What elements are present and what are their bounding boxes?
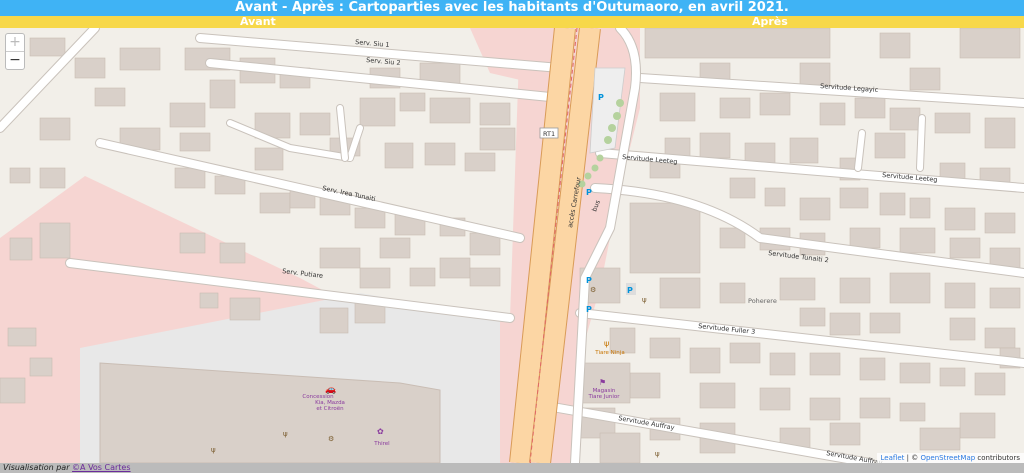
attribution-contributors: contributors (977, 454, 1020, 462)
attribution-separator: | © (906, 454, 919, 462)
osm-link[interactable]: OpenStreetMap (920, 454, 975, 462)
poi-fare-icon: ψ (604, 339, 609, 348)
comparison-labels-bar: Avant Après (0, 16, 1024, 28)
poi-fare-ninja: Tiare Ninja (594, 350, 624, 356)
svg-text:ψ: ψ (283, 430, 288, 438)
svg-text:⚙: ⚙ (328, 435, 334, 443)
attribution: Leaflet | © OpenStreetMap contributors (876, 453, 1024, 463)
svg-text:P: P (627, 286, 633, 295)
footer-prefix: Visualisation par (3, 463, 70, 472)
map-view[interactable]: Serv. Siu 1 Serv. Siu 2 Serv. Irea Tunai… (0, 28, 1024, 463)
poi-concession-line3: et Citroën (316, 406, 344, 412)
svg-text:ψ: ψ (655, 450, 660, 458)
svg-text:RT1: RT1 (543, 130, 555, 138)
svg-text:P: P (598, 93, 604, 102)
after-label: Après (752, 15, 788, 28)
poi-magasin-2: Tiare Junior (587, 394, 620, 400)
footer: Visualisation par ©A Vos Cartes (0, 463, 1024, 473)
poi-thirel: Thirel (373, 441, 390, 447)
poi-thirel-icon: ✿ (377, 427, 384, 436)
svg-text:P: P (586, 305, 592, 314)
before-label: Avant (240, 15, 276, 28)
leaflet-link[interactable]: Leaflet (881, 454, 905, 462)
svg-text:ψ: ψ (211, 446, 216, 454)
svg-text:⚙: ⚙ (590, 286, 596, 294)
footer-link[interactable]: ©A Vos Cartes (72, 463, 130, 472)
label-poheree: Poherere (748, 297, 777, 305)
rt1-shield: RT1 (539, 127, 559, 139)
zoom-control: + − (5, 33, 25, 70)
svg-text:ψ: ψ (642, 296, 647, 304)
svg-text:P: P (586, 276, 592, 285)
page-title: Avant - Après : Cartoparties avec les ha… (0, 0, 1024, 16)
zoom-in-button[interactable]: + (6, 34, 24, 52)
svg-text:P: P (586, 188, 592, 197)
map-canvas[interactable]: Serv. Siu 1 Serv. Siu 2 Serv. Irea Tunai… (0, 28, 1024, 463)
poi-magasin-icon: ⚑ (599, 378, 606, 387)
zoom-out-button[interactable]: − (6, 52, 24, 69)
